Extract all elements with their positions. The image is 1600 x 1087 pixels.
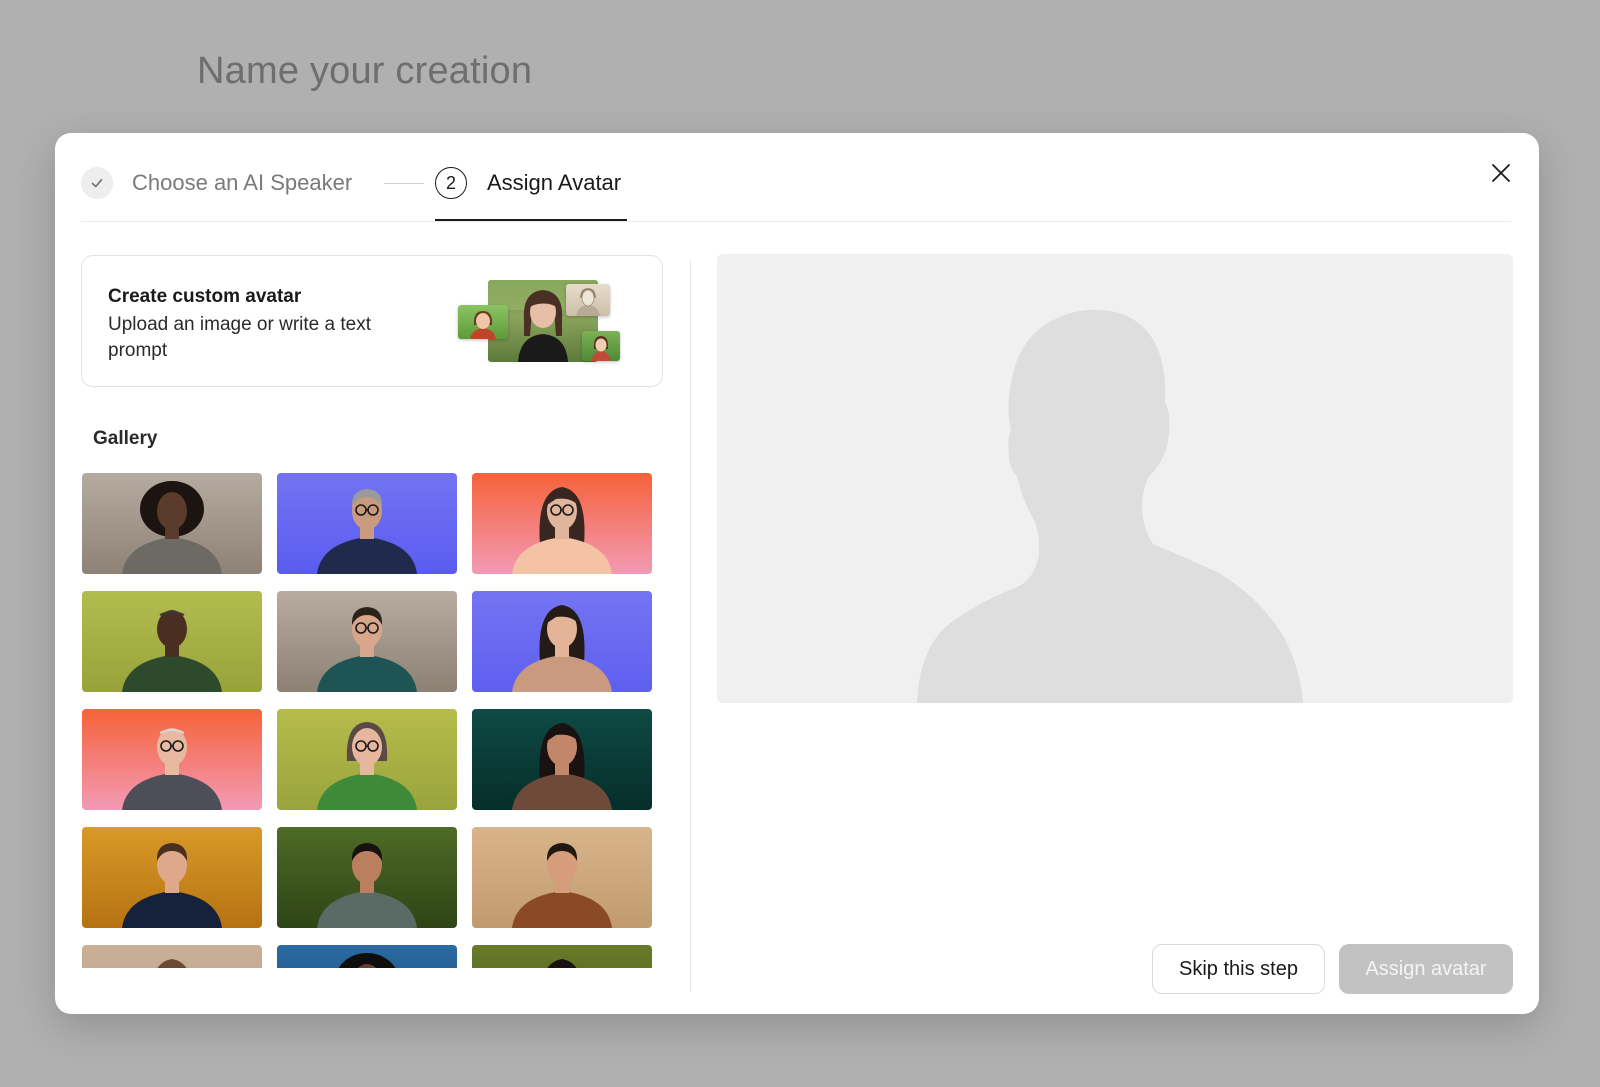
avatar-portrait-image [512,487,612,574]
step-assign-avatar[interactable]: 2 Assign Avatar [435,167,628,221]
avatar-portrait-image [122,610,222,692]
custom-avatar-collage-image [458,280,628,364]
avatar-tile[interactable] [277,709,457,810]
avatar-portrait-image [122,481,222,574]
person-silhouette-icon [917,309,1303,703]
avatar-tile[interactable] [277,827,457,928]
step-choose-speaker-label: Choose an AI Speaker [132,170,353,195]
collage-cartoon-portrait [458,305,508,339]
assign-avatar-button[interactable]: Assign avatar [1339,944,1513,994]
avatar-portrait-image [317,722,417,810]
avatar-portrait-image [317,489,417,574]
panel-divider [690,260,691,992]
avatar-portrait-image [512,843,612,928]
custom-avatar-description: Upload an image or write a text prompt [108,314,371,361]
avatar-portrait-image [512,605,612,692]
skip-step-button[interactable]: Skip this step [1152,944,1325,994]
avatar-portrait-image [122,728,222,810]
avatar-portrait-image [512,723,612,810]
avatar-portrait-image [338,953,396,968]
assign-avatar-modal: Choose an AI Speaker 2 Assign Avatar Cre… [55,133,1539,1014]
avatar-portrait-image [122,843,222,928]
create-custom-avatar-card[interactable]: Create custom avatar Upload an image or … [81,255,663,387]
avatar-portrait-image [317,607,417,692]
step-number-badge: 2 [435,167,467,199]
avatar-tile[interactable] [277,473,457,574]
stepper: Choose an AI Speaker 2 Assign Avatar [81,167,1511,222]
collage-sketch-portrait [566,284,610,316]
checkmark-icon [81,167,113,199]
avatar-portrait-image [317,843,417,928]
avatar-tile[interactable] [82,709,262,810]
gallery-heading: Gallery [93,428,158,449]
avatar-tile[interactable] [277,591,457,692]
close-icon [1492,164,1510,182]
step-assign-avatar-label: Assign Avatar [487,170,622,195]
avatar-tile[interactable] [472,709,652,810]
avatar-preview [717,254,1513,703]
avatar-tile[interactable] [82,591,262,692]
avatar-tile[interactable] [82,827,262,928]
avatar-tile[interactable] [277,945,457,968]
avatar-tile[interactable] [472,945,652,968]
avatar-tile[interactable] [472,473,652,574]
avatar-portrait-image [547,959,577,968]
avatar-tile[interactable] [82,945,262,968]
collage-anime-portrait [582,331,620,361]
step-connector [384,183,424,184]
page-title[interactable]: Name your creation [197,50,532,93]
avatar-tile[interactable] [472,827,652,928]
close-button[interactable] [1485,157,1517,189]
avatar-tile[interactable] [82,473,262,574]
avatar-tile[interactable] [472,591,652,692]
step-choose-speaker[interactable]: Choose an AI Speaker [81,167,352,219]
avatar-gallery-grid[interactable] [82,473,662,968]
custom-avatar-title: Create custom avatar [108,286,302,307]
avatar-portrait-image [157,959,187,968]
